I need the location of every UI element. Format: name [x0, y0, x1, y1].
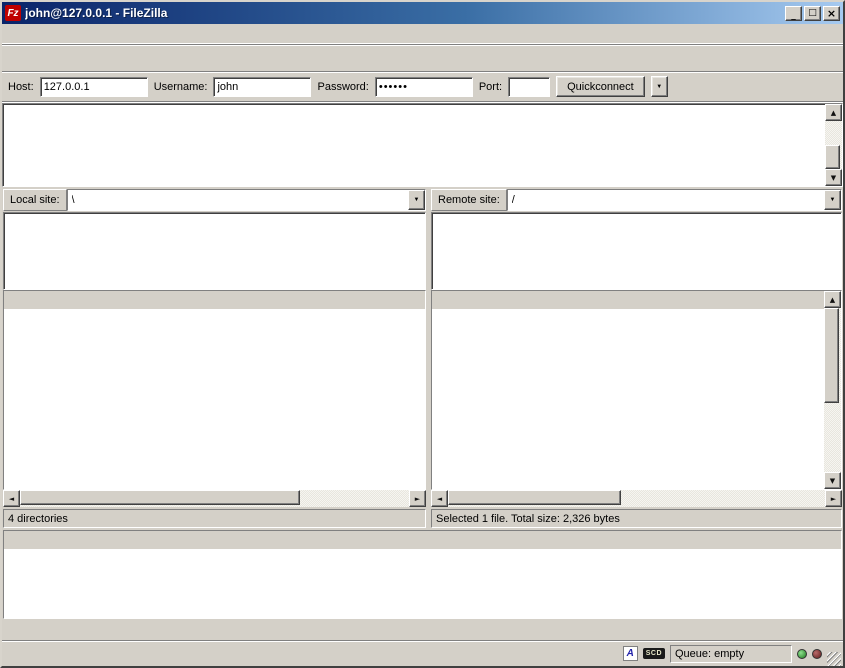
host-input[interactable]: [40, 77, 148, 97]
local-site-dropdown[interactable]: ▼: [408, 190, 425, 210]
remote-hscrollbar[interactable]: ◄ ►: [431, 490, 842, 507]
queue-header: [4, 531, 841, 549]
remote-list-header: [432, 291, 824, 309]
title-bar: Fz john@127.0.0.1 - FileZilla _ □ ×: [2, 2, 843, 24]
scroll-up-icon[interactable]: ▲: [825, 104, 842, 121]
username-label: Username:: [154, 81, 208, 93]
filezilla-logo-icon: Fz: [5, 5, 21, 21]
scroll-up-icon[interactable]: ▲: [824, 291, 841, 308]
close-button[interactable]: ×: [823, 6, 840, 21]
local-list-header: [4, 291, 425, 309]
maximize-button[interactable]: □: [804, 6, 821, 21]
local-status: 4 directories: [3, 509, 426, 528]
log-vscrollbar[interactable]: ▲ ▼: [825, 104, 842, 186]
scroll-left-icon[interactable]: ◄: [431, 490, 448, 507]
transfer-queue: [2, 528, 843, 640]
username-input[interactable]: [213, 77, 311, 97]
scroll-down-icon[interactable]: ▼: [824, 472, 841, 489]
minimize-button[interactable]: _: [785, 6, 802, 21]
queue-body: [4, 549, 841, 618]
remote-directory-tree: [431, 212, 842, 290]
remote-site-label: Remote site:: [431, 189, 507, 211]
quickconnect-button[interactable]: Quickconnect: [556, 76, 645, 97]
toolbar: [2, 44, 843, 72]
transfer-type-indicator-icon: A: [623, 646, 638, 661]
scroll-left-icon[interactable]: ◄: [3, 490, 20, 507]
remote-site-dropdown[interactable]: ▼: [824, 190, 841, 210]
host-label: Host:: [8, 81, 34, 93]
main-area: Local site: ▼ ◄ ► 4 directories: [2, 188, 843, 528]
status-bar: A SCD Queue: empty: [2, 640, 843, 666]
remote-vscrollbar[interactable]: ▲ ▼: [824, 291, 841, 489]
password-input[interactable]: [375, 77, 473, 97]
local-hscroll-thumb[interactable]: [20, 490, 300, 505]
window-title: john@127.0.0.1 - FileZilla: [25, 6, 781, 20]
log-scroll-thumb[interactable]: [825, 145, 840, 169]
message-log: ▲ ▼: [2, 103, 843, 187]
scroll-right-icon[interactable]: ►: [825, 490, 842, 507]
local-site-input[interactable]: [68, 190, 408, 210]
local-pane: Local site: ▼ ◄ ► 4 directories: [3, 189, 426, 528]
remote-hscroll-thumb[interactable]: [448, 490, 621, 505]
speed-limit-badge-icon: SCD: [643, 648, 665, 659]
password-label: Password:: [317, 81, 368, 93]
chevron-down-icon: ▼: [414, 197, 420, 203]
local-hscrollbar[interactable]: ◄ ►: [3, 490, 426, 507]
port-label: Port:: [479, 81, 502, 93]
chevron-down-icon: ▼: [656, 84, 662, 90]
remote-pane: Remote site: ▼ ▲ ▼ ◄: [431, 189, 842, 528]
remote-status: Selected 1 file. Total size: 2,326 bytes: [431, 509, 842, 528]
local-directory-tree: [3, 212, 426, 290]
scroll-right-icon[interactable]: ►: [409, 490, 426, 507]
quickconnect-dropdown-button[interactable]: ▼: [651, 76, 668, 97]
activity-led-red-icon: [812, 649, 822, 659]
queue-tabs: [3, 619, 842, 640]
queue-status-text: Queue: empty: [670, 645, 792, 663]
chevron-down-icon: ▼: [830, 197, 836, 203]
local-site-label: Local site:: [3, 189, 67, 211]
port-input[interactable]: [508, 77, 550, 97]
resize-grip[interactable]: [827, 652, 841, 666]
local-file-list: [4, 309, 425, 489]
remote-vscroll-thumb[interactable]: [824, 308, 839, 403]
quickconnect-bar: Host: Username: Password: Port: Quickcon…: [2, 72, 843, 102]
remote-file-list: [432, 309, 824, 489]
activity-led-green-icon: [797, 649, 807, 659]
remote-site-input[interactable]: [508, 190, 824, 210]
menu-bar: [2, 24, 843, 44]
filezilla-window: Fz john@127.0.0.1 - FileZilla _ □ × Host…: [0, 0, 845, 668]
scroll-down-icon[interactable]: ▼: [825, 169, 842, 186]
